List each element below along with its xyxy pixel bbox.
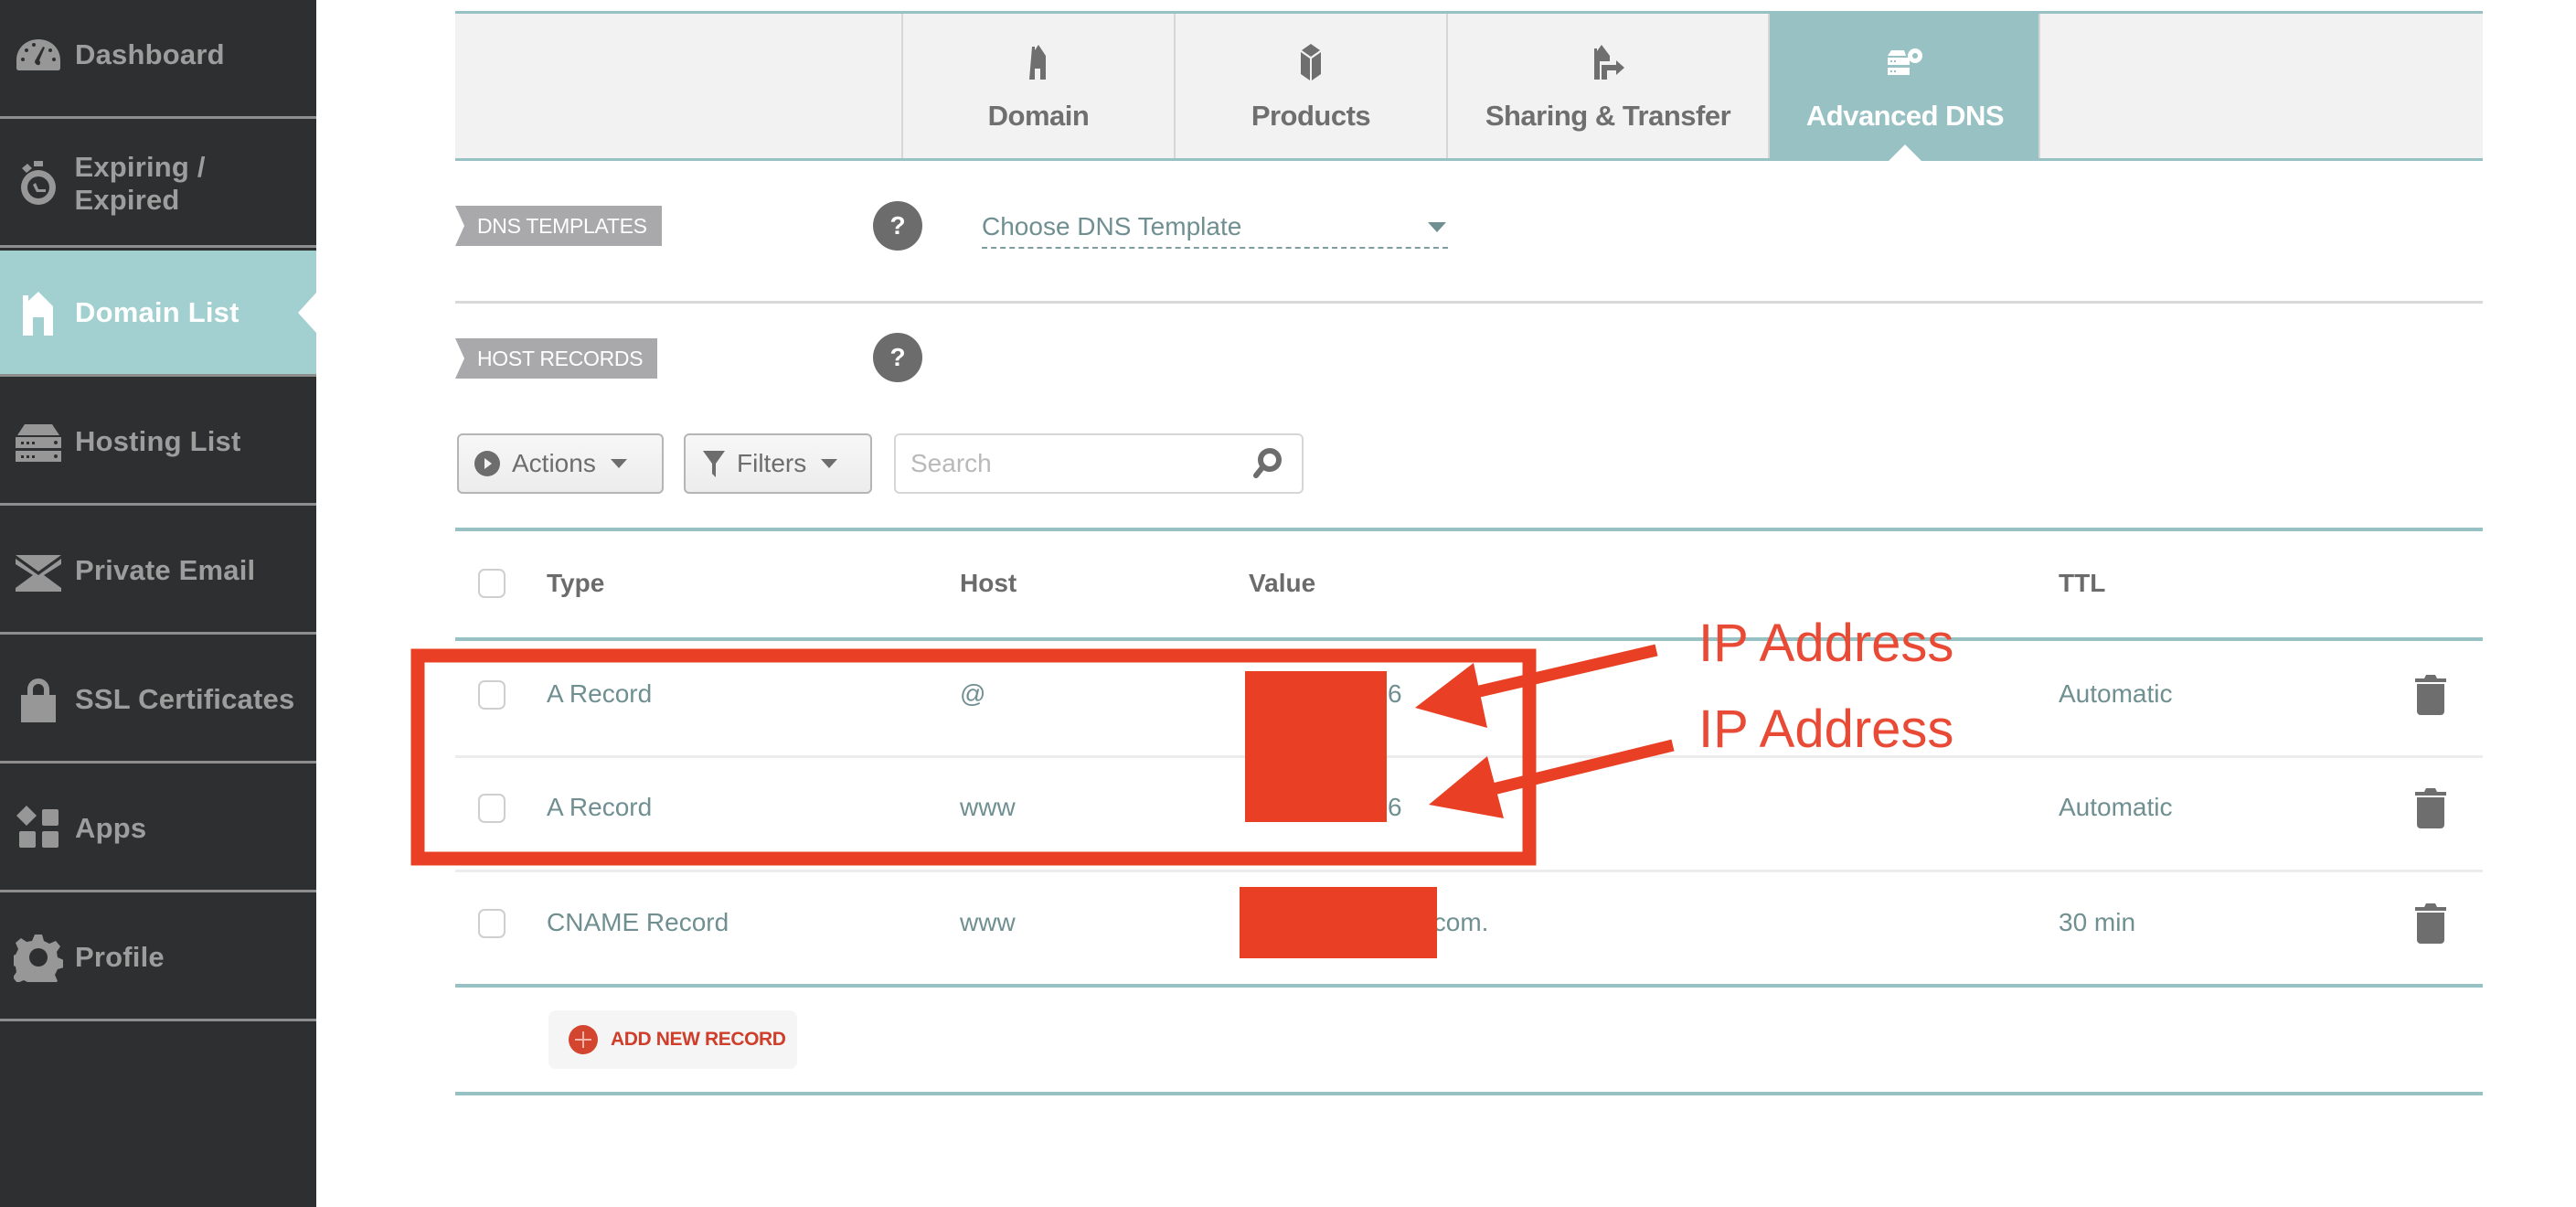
search-box: [894, 433, 1304, 494]
actions-button[interactable]: Actions: [457, 433, 664, 494]
dns-template-select-value: Choose DNS Template: [982, 212, 1242, 240]
record-ttl: Automatic: [2059, 793, 2173, 821]
search-icon[interactable]: [1252, 448, 1282, 479]
trash-icon: [2415, 903, 2446, 944]
tab-divider: [2038, 14, 2040, 158]
row-checkbox[interactable]: [478, 909, 506, 938]
annotation-label-ip-address: IP Address: [1698, 700, 1954, 759]
row-checkbox[interactable]: [478, 680, 506, 710]
dns-templates-label: DNS TEMPLATES: [455, 206, 662, 246]
record-type: A Record: [547, 679, 653, 708]
trash-icon: [2415, 675, 2446, 715]
record-value: 6: [1388, 679, 1402, 708]
filters-button-label: Filters: [737, 449, 807, 477]
sidebar-item-hosting-list[interactable]: Hosting List: [0, 379, 316, 506]
funnel-icon: [703, 451, 725, 477]
add-new-record-label: ADD NEW RECORD: [611, 1029, 786, 1050]
sidebar-item-label: Profile: [75, 940, 165, 973]
dns-template-select[interactable]: Choose DNS Template: [982, 207, 1448, 249]
select-all-checkbox[interactable]: [478, 569, 506, 598]
tab-products[interactable]: Products: [1174, 14, 1446, 158]
sidebar-item-label: Hosting List: [75, 424, 241, 457]
record-value: 6: [1388, 793, 1402, 821]
sidebar-item-expiring[interactable]: Expiring / Expired: [0, 122, 316, 248]
redaction-block-cname: [1240, 887, 1318, 958]
annotation-overlay: [410, 644, 1675, 866]
chevron-down-icon: [1428, 221, 1446, 232]
column-header-type: Type: [547, 569, 605, 597]
chevron-down-icon: [610, 459, 627, 468]
table-bottom-border: [455, 984, 2483, 988]
delete-record-button[interactable]: [2415, 903, 2446, 944]
add-new-record-button[interactable]: ADD NEW RECORD: [548, 1010, 797, 1069]
lock-icon: [13, 674, 64, 725]
column-header-ttl: TTL: [2059, 569, 2106, 597]
sidebar-item-ssl-certificates[interactable]: SSL Certificates: [0, 637, 316, 764]
row-divider: [455, 870, 2483, 872]
dns-templates-help-icon[interactable]: ?: [873, 201, 922, 251]
plus-circle-icon: [569, 1025, 598, 1054]
record-host: www: [960, 793, 1016, 821]
sidebar-item-apps[interactable]: Apps: [0, 766, 316, 892]
section-divider: [455, 301, 2483, 304]
play-circle-icon: [474, 451, 500, 476]
server-gear-icon: [1884, 41, 1926, 83]
column-header-value: Value: [1249, 569, 1316, 597]
table-top-border: [455, 528, 2483, 531]
tab-label: Domain: [987, 100, 1090, 132]
section-bottom-border: [455, 1092, 2483, 1095]
sidebar-item-private-email[interactable]: Private Email: [0, 508, 316, 635]
house-transfer-icon: [1587, 41, 1629, 83]
house-icon: [1017, 41, 1059, 83]
sidebar: Dashboard Expiring / Expired Domain List…: [0, 0, 316, 1207]
sidebar-item-profile[interactable]: Profile: [0, 895, 316, 1021]
redaction-block-ip: [1245, 671, 1387, 822]
sidebar-item-label: Private Email: [75, 553, 256, 586]
trash-icon: [2415, 788, 2446, 828]
record-ttl: Automatic: [2059, 679, 2173, 708]
gear-icon: [13, 932, 64, 983]
record-type: CNAME Record: [547, 908, 729, 936]
stopwatch-icon: [13, 158, 63, 209]
row-checkbox[interactable]: [478, 794, 506, 823]
actions-button-label: Actions: [512, 449, 596, 477]
sidebar-item-label: Expiring / Expired: [74, 150, 206, 216]
delete-record-button[interactable]: [2415, 675, 2446, 715]
column-header-host: Host: [960, 569, 1017, 597]
tab-label: Advanced DNS: [1805, 100, 2005, 132]
server-icon: [13, 416, 64, 467]
tab-label: Products: [1251, 100, 1371, 132]
tab-domain[interactable]: Domain: [901, 14, 1174, 158]
sidebar-item-label: Dashboard: [75, 37, 225, 70]
domain-tab-bar: Domain Products Sharing & Transfer Advan…: [455, 11, 2483, 161]
host-records-help-icon[interactable]: ?: [873, 333, 922, 382]
sidebar-item-dashboard[interactable]: Dashboard: [0, 0, 316, 119]
apps-grid-icon: [13, 803, 64, 854]
host-records-label: HOST RECORDS: [455, 338, 658, 379]
tab-label: Sharing & Transfer: [1485, 100, 1731, 132]
sidebar-item-label: SSL Certificates: [75, 682, 295, 715]
sidebar-item-label: Domain List: [75, 295, 240, 328]
record-host: @: [960, 679, 986, 708]
envelope-icon: [13, 545, 64, 596]
record-type: A Record: [547, 793, 653, 821]
search-input[interactable]: [910, 449, 1221, 478]
tab-advanced-dns[interactable]: Advanced DNS: [1768, 14, 2040, 161]
record-ttl: 30 min: [2059, 908, 2136, 936]
box-icon: [1290, 41, 1332, 83]
annotation-arrow-1: [1415, 644, 1658, 728]
annotation-label-ip-address: IP Address: [1698, 614, 1954, 673]
tab-sharing-transfer[interactable]: Sharing & Transfer: [1446, 14, 1768, 158]
redaction-block-cname-2: [1318, 887, 1437, 958]
chevron-down-icon: [821, 459, 838, 468]
record-host: www: [960, 908, 1016, 936]
dashboard-gauge-icon: [13, 29, 64, 80]
filters-button[interactable]: Filters: [684, 433, 872, 494]
sidebar-item-domain-list[interactable]: Domain List: [0, 251, 316, 377]
delete-record-button[interactable]: [2415, 788, 2446, 828]
home-icon: [13, 287, 64, 338]
row-divider: [455, 755, 2483, 758]
sidebar-item-label: Apps: [75, 811, 147, 844]
table-header-border: [455, 637, 2483, 641]
